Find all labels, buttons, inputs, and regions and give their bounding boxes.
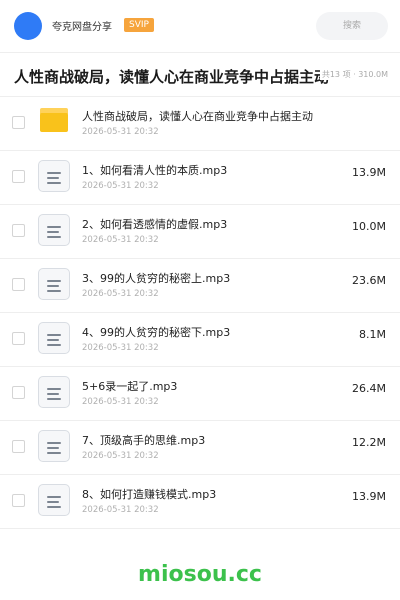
row-checkbox[interactable]	[12, 386, 25, 399]
item-name: 5+6录一起了.mp3	[82, 380, 178, 393]
item-size: 26.4M	[352, 382, 386, 395]
row-checkbox[interactable]	[12, 170, 25, 183]
item-date: 2026-05-31 20:32	[82, 181, 159, 191]
item-date: 2026-05-31 20:32	[82, 127, 159, 137]
folder-meta: 共13 项 · 310.0M	[319, 69, 388, 80]
item-size: 12.2M	[352, 436, 386, 449]
watermark-text: miosou.cc	[138, 562, 262, 587]
top-bar: 夸克网盘分享 SVIP	[0, 0, 400, 52]
row-checkbox[interactable]	[12, 440, 25, 453]
item-size: 10.0M	[352, 220, 386, 233]
owner-name: 夸克网盘分享	[52, 22, 112, 33]
svip-badge: SVIP	[124, 18, 154, 32]
list-item[interactable]: 2、如何看透感情的虚假.mp3 2026-05-31 20:32 10.0M	[0, 204, 400, 258]
item-name: 3、99的人贫穷的秘密上.mp3	[82, 272, 231, 285]
item-name: 1、如何看清人性的本质.mp3	[82, 164, 228, 177]
item-date: 2026-05-31 20:32	[82, 397, 159, 407]
list-item[interactable]: 4、99的人贫穷的秘密下.mp3 2026-05-31 20:32 8.1M	[0, 312, 400, 366]
item-name: 7、顶级高手的思维.mp3	[82, 434, 206, 447]
list-item[interactable]: 1、如何看清人性的本质.mp3 2026-05-31 20:32 13.9M	[0, 150, 400, 204]
divider	[0, 528, 400, 529]
audio-file-icon	[38, 430, 70, 462]
audio-file-icon	[38, 376, 70, 408]
audio-file-icon	[38, 268, 70, 300]
row-checkbox[interactable]	[12, 278, 25, 291]
page-title: 人性商战破局，读懂人心在商业竞争中占据主动	[14, 68, 330, 86]
audio-file-icon	[38, 322, 70, 354]
item-name: 2、如何看透感情的虚假.mp3	[82, 218, 228, 231]
item-date: 2026-05-31 20:32	[82, 451, 159, 461]
item-date: 2026-05-31 20:32	[82, 343, 159, 353]
list-item[interactable]: 3、99的人贫穷的秘密上.mp3 2026-05-31 20:32 23.6M	[0, 258, 400, 312]
audio-file-icon	[38, 214, 70, 246]
row-checkbox[interactable]	[12, 224, 25, 237]
folder-title-row: 人性商战破局，读懂人心在商业竞争中占据主动 共13 项 · 310.0M	[0, 60, 400, 92]
list-item-folder[interactable]: 人性商战破局，读懂人心在商业竞争中占据主动 2026-05-31 20:32	[0, 96, 400, 150]
divider	[0, 52, 400, 53]
item-size: 13.9M	[352, 490, 386, 503]
item-name: 4、99的人贫穷的秘密下.mp3	[82, 326, 231, 339]
item-date: 2026-05-31 20:32	[82, 289, 159, 299]
item-size: 23.6M	[352, 274, 386, 287]
folder-icon	[40, 108, 68, 132]
audio-file-icon	[38, 160, 70, 192]
search-input[interactable]	[316, 12, 388, 40]
audio-file-icon	[38, 484, 70, 516]
item-date: 2026-05-31 20:32	[82, 505, 159, 515]
row-checkbox[interactable]	[12, 494, 25, 507]
item-size: 8.1M	[359, 328, 386, 341]
item-name: 8、如何打造赚钱模式.mp3	[82, 488, 217, 501]
footer: miosou.cc	[0, 546, 400, 600]
list-item[interactable]: 5+6录一起了.mp3 2026-05-31 20:32 26.4M	[0, 366, 400, 420]
row-checkbox[interactable]	[12, 332, 25, 345]
item-name: 人性商战破局，读懂人心在商业竞争中占据主动	[82, 110, 313, 123]
row-checkbox[interactable]	[12, 116, 25, 129]
item-date: 2026-05-31 20:32	[82, 235, 159, 245]
list-item[interactable]: 8、如何打造赚钱模式.mp3 2026-05-31 20:32 13.9M	[0, 474, 400, 528]
list-item[interactable]: 7、顶级高手的思维.mp3 2026-05-31 20:32 12.2M	[0, 420, 400, 474]
item-size: 13.9M	[352, 166, 386, 179]
avatar[interactable]	[14, 12, 42, 40]
